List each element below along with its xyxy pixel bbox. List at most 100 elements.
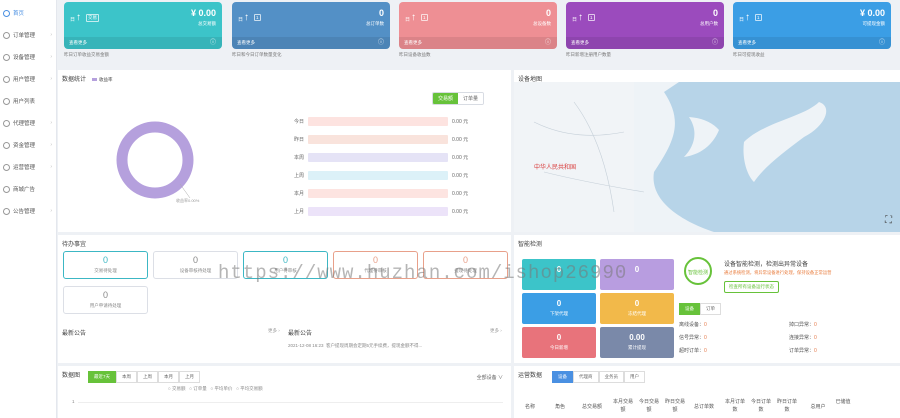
device-map-panel: 设备地图 中华人民共和国 ⛶ [514,70,900,232]
chevron-right-icon: › [50,142,52,148]
view-more-link[interactable]: 查看更多 ⓘ [733,37,891,49]
sidebar-item-funds[interactable]: 资金管理 › [0,134,56,156]
stat-timeout-orders: 超时订单：0 [679,348,707,354]
tab-devices[interactable]: 设备 [552,371,573,383]
chevron-right-icon: › [50,120,52,126]
table-header: 本月订单数 [724,399,745,413]
summary-card-orders: 日 ↑ 1 0 总订单数 查看更多 ⓘ [232,2,390,49]
device-filter-dropdown[interactable]: 全部设备 ∨ [477,374,503,381]
donut-leader-line [179,183,191,199]
detect-circle[interactable]: 智能检测 [684,257,712,285]
notice-icon [3,207,10,215]
detect-headline: 设备智能检测，检测出异常设备 [724,262,809,268]
arrow-up-icon: ↑ [411,12,416,23]
tab-this-week[interactable]: 本周 [116,371,138,383]
sidebar-item-home[interactable]: 首页 [0,2,56,24]
panel-title: 数据统计 [62,77,87,83]
tab-users[interactable]: 用户 [624,371,645,383]
todo-item[interactable]: 0 提现待处理 [423,251,508,279]
donut-label: 收益率0.00% [176,198,200,203]
sidebar-item-notices[interactable]: 公告管理 › [0,200,56,222]
sidebar-item-mall-ads[interactable]: 商城广告 [0,178,56,200]
legend-item: ○ 平均单价 [210,386,233,391]
info-icon: ⓘ [544,40,551,46]
tab-orders[interactable]: 订单量 [458,93,484,104]
operations-icon [3,163,10,171]
detection-tile[interactable]: 0 [522,259,596,290]
status-badge: 1 [755,14,762,21]
notice-date: 2021-12-08 16:23 [288,343,324,348]
data-chart-panel: 数据图 最近7天 本周 上周 本月 上月 全部设备 ∨ ○ 交易额 ○ 订单量 ○ 平均… [58,366,511,418]
sidebar-item-operations[interactable]: 运营管理 › [0,156,56,178]
tab-device[interactable]: 设备 [679,303,700,315]
fullscreen-icon[interactable]: ⛶ [885,215,892,226]
sidebar-item-user-list[interactable]: 用户列表 [0,90,56,112]
todo-item[interactable]: 0 用户申请待处理 [63,286,148,314]
todo-item[interactable]: 0 代理待审核 [333,251,418,279]
notice-title-left: 最新公告 [62,331,87,337]
stat-connection-error: 连接异常：0 [789,335,817,341]
todo-item[interactable]: 0 用户待审核 [243,251,328,279]
tab-amount[interactable]: 交易额 [433,93,459,104]
card-value: ¥ 0.00 [190,8,216,18]
legend-item: ○ 订单量 [189,386,207,391]
table-header: 昨日交易额 [664,399,685,413]
chevron-right-icon: › [50,54,52,60]
detect-desc: 通过系统检测，将异常设备进行处理，保持设备正常运营 [724,270,832,275]
panel-title: 智能检测 [518,242,543,248]
detect-tab-group: 设备 订单 [679,303,721,315]
view-more-link[interactable]: 查看更多 ⓘ [64,37,222,49]
summary-card-withdrawable: 日 ↑ 1 ¥ 0.00 可提现金额 查看更多 ⓘ [733,2,891,49]
sidebar-item-users[interactable]: 用户管理 › [0,68,56,90]
arrow-up-icon: ↑ [244,12,249,23]
table-header: 总用户 [810,404,826,410]
table-header: 今日订单数 [750,399,771,413]
view-more-link[interactable]: 查看更多 ⓘ [232,37,390,49]
more-link-left[interactable]: 更多 › [268,328,280,334]
view-more-link[interactable]: 查看更多 ⓘ [399,37,557,49]
list-icon [3,97,10,105]
more-link-right[interactable]: 更多 › [490,328,502,334]
detection-tile[interactable]: 0 [600,259,674,290]
tab-last-month[interactable]: 上月 [179,371,201,383]
status-badge: 交易 [86,14,99,22]
card-value: 0 [545,8,551,18]
sidebar-item-devices[interactable]: 设备管理 › [0,46,56,68]
home-icon [3,9,10,17]
table-header: 本月交易额 [612,399,633,413]
tab-last-week[interactable]: 上周 [137,371,159,383]
view-more-link[interactable]: 查看更多 ⓘ [566,37,724,49]
sidebar-item-agents[interactable]: 代理管理 › [0,112,56,134]
donut-chart [116,121,194,199]
legend-item: ○ 平均交易额 [236,386,263,391]
tab-agents[interactable]: 代理商 [573,371,599,383]
donut-ring [116,121,194,199]
detection-tile[interactable]: 0 今日新增 [522,327,596,358]
table-header: 昨日订单数 [776,399,797,413]
tab-order[interactable]: 订单 [700,303,721,315]
check-all-button[interactable]: 检查所有设备运行状态 [724,281,779,293]
card-value: 0 [378,8,384,18]
grid-line [78,402,503,403]
sidebar-item-orders[interactable]: 订单管理 › [0,24,56,46]
chart-legend: ○ 交易额 ○ 订单量 ○ 平均单价 ○ 平均交易额 [168,386,263,392]
status-badge: 1 [588,14,595,21]
detection-tile[interactable]: 0 下架代理 [522,293,596,324]
detection-tile[interactable]: 0.00 累计提现 [600,327,674,358]
tab-this-month[interactable]: 本月 [158,371,180,383]
order-icon [3,31,10,39]
map-canvas[interactable] [514,82,900,232]
todo-item[interactable]: 0 设备审核待处理 [153,251,238,279]
todo-item[interactable]: 0 交易待处理 [63,251,148,279]
tab-last7[interactable]: 最近7天 [88,371,117,383]
table-header: 今日交易额 [638,399,659,413]
stat-port-error: 掉口异常：0 [789,322,817,328]
notice-item[interactable]: 2021-12-08 16:23 客户提现周期会定期5元手续费，提现金额不得..… [288,343,422,349]
detection-tile[interactable]: 0 冻结代理 [600,293,674,324]
notice-title-right: 最新公告 [288,331,313,337]
info-icon: ⓘ [377,40,384,46]
arrow-up-icon: ↑ [76,12,81,23]
status-badge: 1 [421,14,428,21]
tab-sales[interactable]: 业务员 [598,371,624,383]
legend-label: 收益率 [99,77,113,82]
